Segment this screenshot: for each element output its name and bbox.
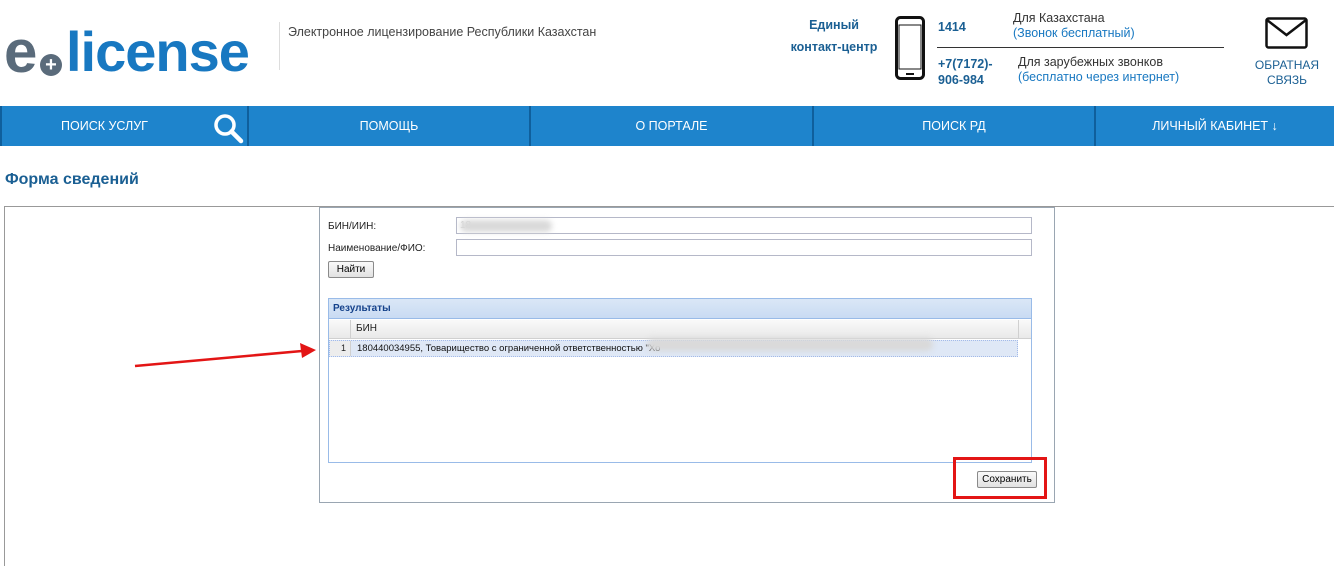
red-arrow-icon [134, 343, 316, 368]
envelope-icon[interactable] [1265, 17, 1308, 49]
name-label: Наименование/ФИО: [328, 243, 426, 254]
logo-divider [279, 22, 280, 70]
phone-kz-label: Для Казахстана [1013, 11, 1105, 25]
mobile-phone-icon [895, 16, 925, 80]
phone-kz-number[interactable]: 1414 [938, 20, 966, 34]
rownum-header [329, 320, 351, 338]
nav-rd-search[interactable]: ПОИСК РД [812, 106, 1094, 146]
contact-title-line-2: контакт-центр [790, 40, 878, 54]
grid-header: БИН [329, 320, 1031, 339]
phone-intl-line-1: +7(7172)- [938, 57, 993, 71]
redacted-bin [460, 220, 552, 232]
feedback-line-2: СВЯЗЬ [1266, 73, 1308, 87]
nav-about[interactable]: О ПОРТАЛЕ [529, 106, 812, 146]
site-tagline: Электронное лицензирование Республики Ка… [288, 25, 597, 39]
phone-intl-label: Для зарубежных звонков [1018, 55, 1163, 69]
feedback-line-1: ОБРАТНАЯ [1254, 58, 1320, 72]
find-button[interactable]: Найти [328, 261, 374, 278]
nav-help[interactable]: ПОМОЩЬ [247, 106, 529, 146]
row-bin-cell: 180440034955, Товарищество с ограниченно… [357, 343, 661, 354]
redacted-company-name [647, 338, 933, 351]
nav-personal-cabinet[interactable]: ЛИЧНЫЙ КАБИНЕТ ↓ [1094, 106, 1334, 146]
column-divider [1018, 320, 1019, 338]
logo-e: e [4, 18, 37, 85]
row-number: 1 [330, 341, 351, 356]
nav-service-search[interactable]: ПОИСК УСЛУГ [0, 106, 247, 146]
feedback-link[interactable]: ОБРАТНАЯ СВЯЗЬ [1247, 58, 1327, 88]
page-title: Форма сведений [5, 171, 139, 188]
contact-center-title: Единый контакт-центр [782, 14, 886, 58]
contact-title-line-1: Единый [809, 18, 859, 32]
phone-kz-sub: (Звонок бесплатный) [1013, 26, 1135, 40]
logo-plus-icon: + [40, 54, 62, 76]
logo-text: license [66, 20, 250, 83]
phone-intl-sub: (бесплатно через интернет) [1018, 70, 1180, 84]
header-divider [937, 47, 1224, 48]
name-input[interactable] [456, 239, 1032, 256]
results-grid: Результаты БИН 1 180440034955, Товарищес… [328, 298, 1032, 463]
bin-column-header[interactable]: БИН [356, 320, 377, 338]
results-title: Результаты [329, 299, 1031, 319]
bin-label: БИН/ИИН: [328, 221, 377, 232]
highlight-save-box [953, 457, 1047, 499]
phone-intl-line-2: 906-984 [938, 73, 984, 87]
search-icon[interactable] [212, 112, 244, 144]
phone-intl-number[interactable]: +7(7172)- 906-984 [938, 56, 1008, 88]
main-nav: ПОИСК УСЛУГ ПОМОЩЬ О ПОРТАЛЕ ПОИСК РД ЛИ… [0, 106, 1334, 146]
